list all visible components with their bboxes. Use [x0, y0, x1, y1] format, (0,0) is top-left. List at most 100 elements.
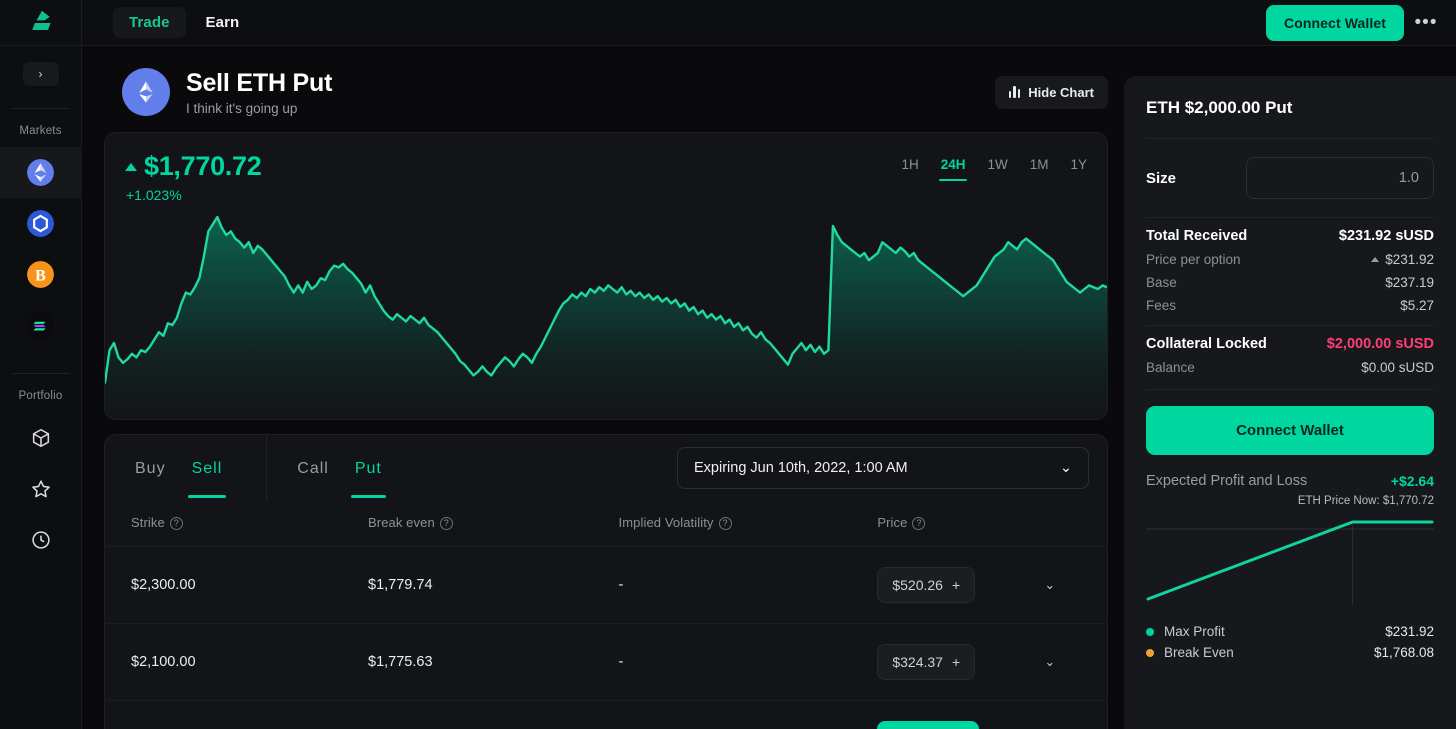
brand-logo[interactable] [0, 0, 82, 46]
price-chart-card: $1,770.72 +1.023% 1H 24H 1W 1M 1Y [104, 132, 1108, 420]
expiry-select[interactable]: Expiring Jun 10th, 2022, 1:00 AM ⌄ [677, 447, 1089, 489]
total-received-label: Total Received [1146, 228, 1248, 244]
price-per-option-value: $231.92 [1385, 252, 1434, 267]
header-implied-volatility: Implied Volatility? [619, 501, 878, 547]
top-bar: Trade Earn Connect Wallet ••• [0, 0, 1456, 46]
price-per-option-value-wrap: $231.92 [1371, 252, 1434, 267]
header-break-even-label: Break even [368, 515, 435, 530]
info-icon[interactable]: ? [912, 516, 926, 530]
fees-row: Fees $5.27 [1124, 294, 1456, 325]
header-strike-label: Strike [131, 515, 165, 530]
info-icon[interactable]: ? [169, 516, 183, 530]
sidebar-item-positions[interactable] [0, 412, 82, 463]
table-row[interactable]: $2,000.00 $1,768.08 63.94% $231.92 ✓ ⌄ [105, 700, 1107, 729]
tab-put[interactable]: Put [350, 438, 386, 498]
price-sparkline-svg [105, 215, 1107, 419]
plus-icon: + [951, 577, 961, 593]
timeframe-24h[interactable]: 24H [938, 157, 968, 181]
sidebar-item-history[interactable] [0, 514, 82, 565]
lyra-logo-icon [31, 10, 51, 30]
table-header-row: Strike? Break even? Implied Volatility? … [105, 501, 1107, 547]
collateral-label: Collateral Locked [1146, 336, 1267, 352]
solana-icon [27, 312, 54, 339]
cell-strike: $2,000.00 [105, 700, 369, 729]
sidebar: › Markets B Portfolio [0, 46, 82, 729]
cell-strike: $2,300.00 [105, 546, 369, 624]
table-row[interactable]: $2,300.00 $1,779.74 - $520.26 + ⌄ [105, 546, 1107, 624]
header-price-label: Price [877, 515, 908, 530]
connect-wallet-button-top[interactable]: Connect Wallet [1266, 4, 1404, 41]
total-received-row: Total Received $231.92 sUSD [1124, 218, 1456, 248]
legend-max-profit-value: $231.92 [1385, 624, 1434, 639]
sidebar-expand-icon[interactable]: › [22, 62, 59, 86]
ethereum-icon [27, 159, 54, 186]
divider [1146, 389, 1434, 390]
base-label: Base [1146, 275, 1177, 290]
type-tab-group: Call Put [267, 435, 412, 501]
star-icon [31, 479, 50, 497]
info-icon[interactable]: ? [718, 516, 732, 530]
size-label: Size [1146, 169, 1177, 187]
pnl-chart-svg [1146, 520, 1434, 605]
timeframe-1y[interactable]: 1Y [1070, 157, 1087, 181]
info-icon[interactable]: ? [439, 516, 453, 530]
cell-break-even: $1,768.08 [368, 700, 619, 729]
pnl-payoff-line [1146, 520, 1434, 601]
sidebar-item-rewards[interactable] [0, 463, 82, 514]
size-input[interactable] [1246, 157, 1434, 199]
header-iv-label: Implied Volatility [618, 515, 714, 530]
pnl-price-now-note: ETH Price Now: $1,770.72 [1297, 495, 1434, 507]
caret-up-icon [1371, 257, 1380, 262]
price-button-value: $324.37 [892, 654, 943, 670]
price-button[interactable]: $324.37 + [877, 644, 976, 680]
table-row[interactable]: $2,100.00 $1,775.63 - $324.37 + ⌄ [105, 623, 1107, 701]
legend-max-profit-label: Max Profit [1164, 624, 1225, 639]
top-bar-actions: Connect Wallet ••• [1266, 4, 1456, 41]
tab-call[interactable]: Call [293, 438, 333, 498]
timeframe-1w[interactable]: 1W [987, 157, 1007, 181]
timeframe-1h[interactable]: 1H [901, 157, 918, 181]
pnl-title: Expected Profit and Loss [1146, 473, 1308, 489]
header-strike: Strike? [105, 501, 368, 547]
timeframe-1m[interactable]: 1M [1030, 157, 1049, 181]
balance-label: Balance [1146, 360, 1195, 375]
page-body: › Markets B Portfolio Sell ETH Put I thi… [0, 46, 1456, 729]
price-button[interactable]: $520.26 + [877, 567, 976, 603]
fees-label: Fees [1146, 298, 1177, 313]
sidebar-item-link[interactable] [0, 198, 82, 249]
balance-row: Balance $0.00 sUSD [1124, 356, 1456, 389]
app-root: Trade Earn Connect Wallet ••• › Markets [0, 0, 1456, 729]
more-options-icon[interactable]: ••• [1408, 5, 1444, 41]
page-header: Sell ETH Put I think it's going up Hide … [104, 46, 1108, 132]
price-block: $1,770.72 +1.023% [125, 151, 262, 203]
chevron-down-icon[interactable]: ⌄ [1044, 654, 1055, 669]
sidebar-item-btc[interactable]: B [0, 249, 82, 300]
cell-price: $231.92 ✓ [877, 700, 1045, 729]
cell-iv: - [618, 623, 878, 701]
nav-tab-trade[interactable]: Trade [113, 7, 186, 38]
legend-break-even-value: $1,768.08 [1373, 645, 1434, 660]
chevron-down-icon[interactable]: ⌄ [1044, 577, 1055, 592]
trade-tabs-row: Buy Sell Call Put Expiring Jun 10th, 202… [105, 435, 1107, 501]
collateral-row: Collateral Locked $2,000.00 sUSD [1124, 326, 1456, 356]
cube-icon [32, 428, 49, 447]
sidebar-item-sol[interactable] [0, 300, 82, 351]
sidebar-item-eth[interactable] [0, 147, 82, 198]
pnl-header: Expected Profit and Loss +$2.64 [1124, 455, 1456, 489]
nav-tab-earn[interactable]: Earn [190, 7, 256, 38]
hide-chart-button[interactable]: Hide Chart [994, 75, 1108, 109]
tab-buy[interactable]: Buy [131, 438, 170, 498]
clock-icon [31, 530, 50, 549]
price-button-selected[interactable]: $231.92 ✓ [877, 721, 979, 729]
legend-break-even-label: Break Even [1164, 645, 1234, 660]
page-title-block: Sell ETH Put I think it's going up [186, 69, 332, 116]
ethereum-icon [139, 81, 153, 103]
base-value: $237.19 [1385, 275, 1434, 290]
cell-iv: - [618, 546, 878, 624]
bitcoin-icon: B [27, 261, 54, 288]
connect-wallet-button[interactable]: Connect Wallet [1146, 406, 1434, 455]
pnl-value: +$2.64 [1390, 473, 1434, 489]
svg-text:B: B [35, 267, 46, 284]
fees-value: $5.27 [1400, 298, 1434, 313]
tab-sell[interactable]: Sell [187, 438, 227, 498]
